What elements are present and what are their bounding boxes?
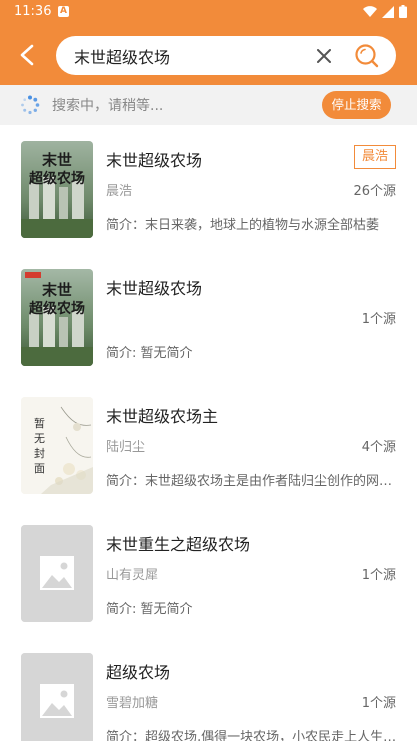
book-intro: 简介：末日来袭，地球上的植物与水源全部枯萎 bbox=[106, 218, 380, 233]
search-progress-bar: 搜索中，请稍等... 停止搜索 bbox=[0, 85, 417, 125]
source-count: 1个源 bbox=[361, 312, 396, 327]
search-status-text: 搜索中，请稍等... bbox=[52, 98, 164, 114]
svg-text:无: 无 bbox=[34, 432, 45, 445]
svg-text:超级农场: 超级农场 bbox=[28, 170, 85, 187]
search-box bbox=[56, 36, 396, 75]
search-icon bbox=[355, 44, 379, 68]
book-title: 末世重生之超级农场 bbox=[106, 535, 251, 554]
book-cover bbox=[21, 525, 93, 622]
list-item[interactable]: 超级农场 雪碧加糖 1个源 简介：超级农场,偶得一块农场，小农民走上人生巅峰 bbox=[0, 637, 417, 741]
book-cover bbox=[21, 653, 93, 741]
signal-icon bbox=[382, 5, 394, 18]
list-item[interactable]: 末世 超级农场 末世超级农场 1个源 简介: 暂无简介 bbox=[0, 253, 417, 381]
book-author: 山有灵犀 bbox=[106, 568, 159, 583]
svg-text:超级农场: 超级农场 bbox=[28, 300, 85, 317]
image-placeholder-icon bbox=[21, 653, 93, 741]
status-bar: 11:36 A bbox=[0, 0, 417, 25]
list-item[interactable]: 末世重生之超级农场 山有灵犀 1个源 简介: 暂无简介 bbox=[0, 509, 417, 637]
top-bar bbox=[0, 25, 417, 85]
svg-text:末世: 末世 bbox=[42, 151, 72, 169]
svg-text:面: 面 bbox=[34, 462, 45, 475]
status-icons bbox=[363, 5, 407, 18]
notification-icon: A bbox=[58, 6, 69, 17]
arrow-left-icon bbox=[20, 44, 34, 66]
close-icon bbox=[317, 49, 331, 63]
search-input[interactable] bbox=[74, 36, 304, 75]
book-title: 末世超级农场主 bbox=[106, 407, 219, 426]
svg-text:封: 封 bbox=[34, 446, 45, 460]
search-button[interactable] bbox=[353, 42, 381, 70]
list-item[interactable]: 暂 无 封 面 末世超级农场主 陆归尘 4个源 简介：末世超级农场主是由作者陆归… bbox=[0, 381, 417, 509]
source-count: 1个源 bbox=[361, 568, 396, 583]
book-cover: 末世 超级农场 bbox=[21, 269, 93, 366]
book-cover: 暂 无 封 面 bbox=[21, 397, 93, 494]
book-intro: 简介: 暂无简介 bbox=[106, 602, 193, 617]
source-count: 4个源 bbox=[361, 440, 396, 455]
list-item[interactable]: 末世 超级农场 末世超级农场 晨浩 晨浩 26个源 简介：末日来袭，地球上的植物… bbox=[0, 125, 417, 253]
book-intro: 简介: 暂无简介 bbox=[106, 346, 193, 361]
clear-button[interactable] bbox=[312, 44, 336, 68]
image-placeholder-icon bbox=[21, 525, 93, 622]
loading-spinner-icon bbox=[21, 95, 40, 115]
source-count: 1个源 bbox=[361, 696, 396, 711]
stop-search-button[interactable]: 停止搜索 bbox=[322, 91, 391, 119]
wifi-icon bbox=[363, 5, 377, 17]
book-title: 超级农场 bbox=[106, 663, 171, 682]
status-time: 11:36 bbox=[14, 4, 52, 19]
svg-text:暂: 暂 bbox=[34, 417, 45, 430]
book-author: 雪碧加糖 bbox=[106, 696, 159, 711]
battery-icon bbox=[399, 5, 407, 18]
svg-text:末世: 末世 bbox=[42, 281, 72, 299]
book-title: 末世超级农场 bbox=[106, 151, 203, 170]
book-intro: 简介：超级农场,偶得一块农场，小农民走上人生巅峰 bbox=[106, 730, 398, 741]
book-title: 末世超级农场 bbox=[106, 279, 203, 298]
book-author: 晨浩 bbox=[106, 184, 133, 199]
origin-tag: 晨浩 bbox=[353, 145, 396, 169]
source-count: 26个源 bbox=[353, 184, 396, 199]
book-author: 陆归尘 bbox=[106, 440, 146, 455]
book-cover: 末世 超级农场 bbox=[21, 141, 93, 238]
back-button[interactable] bbox=[10, 38, 44, 72]
book-intro: 简介：末世超级农场主是由作者陆归尘创作的网络小说 bbox=[106, 474, 398, 489]
